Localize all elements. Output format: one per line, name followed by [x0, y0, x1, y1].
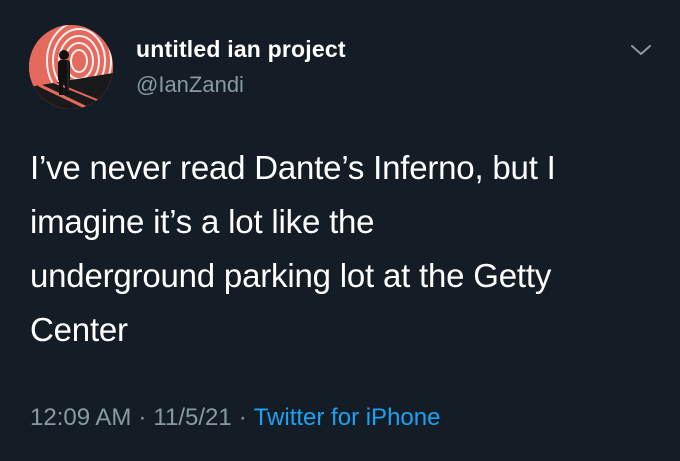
tweet-text-line: Center: [30, 311, 128, 348]
avatar-image: [29, 25, 113, 109]
source-link[interactable]: Twitter for iPhone: [254, 404, 441, 431]
tweet-time[interactable]: 12:09 AM: [30, 404, 131, 431]
user-handle[interactable]: @IanZandi: [136, 72, 244, 98]
tweet-metadata: 12:09 AM · 11/5/21 · Twitter for iPhone: [30, 404, 440, 432]
tweet-text: I’ve never read Dante’s Inferno, but I i…: [30, 141, 660, 357]
avatar[interactable]: [29, 25, 113, 109]
separator: ·: [138, 404, 147, 431]
chevron-down-icon[interactable]: [626, 38, 656, 62]
display-name[interactable]: untitled ian project: [136, 36, 346, 63]
tweet-text-line: I’ve never read Dante’s Inferno, but I: [30, 149, 556, 186]
separator: ·: [238, 404, 247, 431]
tweet-text-line: imagine it’s a lot like the: [30, 203, 375, 240]
tweet-card: untitled ian project @IanZandi I’ve neve…: [0, 0, 680, 461]
tweet-date[interactable]: 11/5/21: [153, 404, 231, 431]
tweet-text-line: underground parking lot at the Getty: [30, 257, 552, 294]
